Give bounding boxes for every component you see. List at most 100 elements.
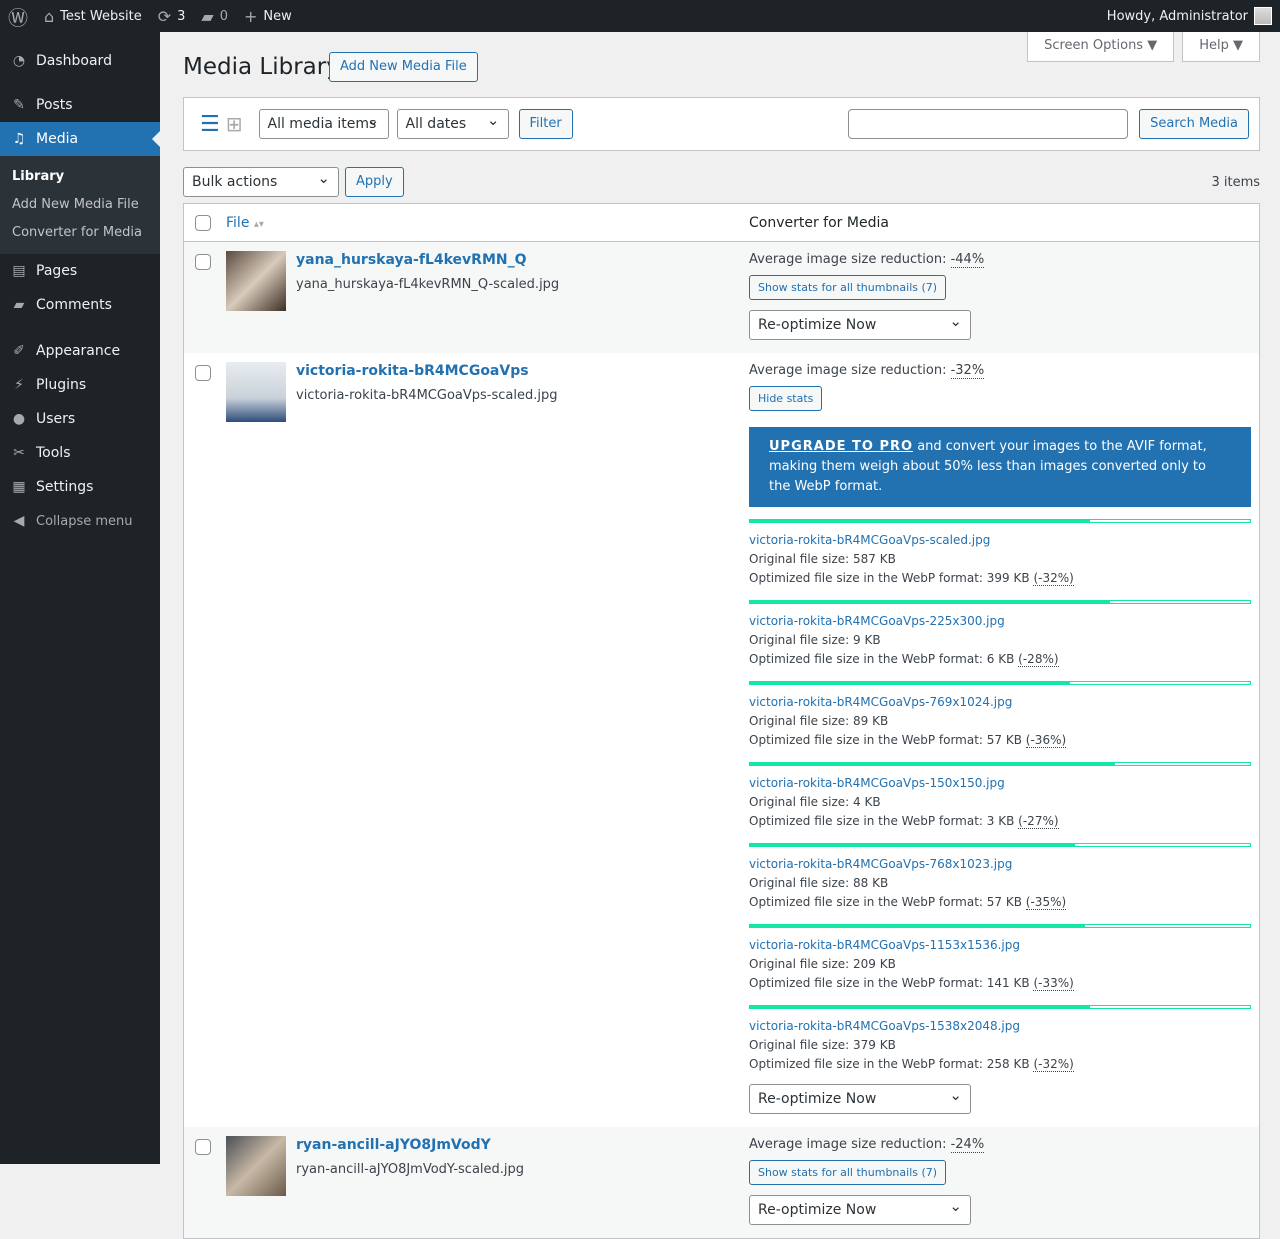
add-new-media-button[interactable]: Add New Media File	[329, 52, 478, 82]
updates-count: 3	[177, 8, 186, 24]
media-type-select[interactable]: All media items	[258, 106, 389, 139]
stat-file-link[interactable]: victoria-rokita-bR4MCGoaVps-scaled.jpg	[749, 531, 1251, 550]
file-name: ryan-ancill-aJYO8JmVodY-scaled.jpg	[296, 1162, 525, 1177]
user-icon: ●	[12, 411, 26, 427]
orig-label: Original file size:	[749, 714, 853, 728]
menu-pages[interactable]: ▤ Pages	[0, 254, 160, 288]
date-select[interactable]: All dates	[396, 106, 509, 139]
orig-label: Original file size:	[749, 633, 853, 647]
new-content-link[interactable]: + New	[236, 0, 300, 32]
optimized-size: Optimized file size in the WebP format: …	[749, 893, 1251, 912]
opt-value: 57 KB	[986, 733, 1022, 747]
dashboard-icon: ◔	[12, 53, 26, 69]
row-checkbox[interactable]	[195, 254, 211, 270]
reduction-value: (-27%)	[1018, 814, 1059, 829]
updates-link[interactable]: ⟳ 3	[150, 0, 194, 32]
filter-bar: ☰ ⊞ All media items All dates Filter Sea…	[183, 97, 1260, 151]
reduction-progress-bar	[749, 519, 1251, 523]
search-media-button[interactable]: Search Media	[1139, 109, 1249, 139]
stat-file-link[interactable]: victoria-rokita-bR4MCGoaVps-1153x1536.jp…	[749, 936, 1251, 955]
grid-view-icon[interactable]: ⊞	[226, 112, 243, 136]
row-checkbox[interactable]	[195, 1139, 211, 1155]
menu-label: Appearance	[36, 343, 121, 359]
thumbnail-stat: victoria-rokita-bR4MCGoaVps-1153x1536.jp…	[749, 924, 1251, 993]
stat-file-link[interactable]: victoria-rokita-bR4MCGoaVps-1538x2048.jp…	[749, 1017, 1251, 1036]
opt-value: 57 KB	[986, 895, 1022, 909]
reoptimize-select[interactable]: Re-optimize Now	[749, 1081, 971, 1114]
reoptimize-select[interactable]: Re-optimize Now	[749, 307, 971, 340]
reduction-value: (-36%)	[1025, 733, 1067, 748]
opt-label: Optimized file size in the WebP format:	[749, 976, 987, 990]
avg-label: Average image size reduction:	[749, 252, 951, 267]
thumbnail-stat: victoria-rokita-bR4MCGoaVps-scaled.jpg O…	[749, 519, 1251, 588]
media-title-link[interactable]: ryan-ancill-aJYO8JmVodY	[296, 1137, 524, 1153]
plugin-icon: ⚡	[14, 377, 24, 393]
filter-button[interactable]: Filter	[518, 109, 573, 139]
home-icon: ⌂	[44, 6, 55, 26]
comments-link[interactable]: ▰ 0	[193, 0, 236, 32]
menu-settings[interactable]: ▦ Settings	[0, 470, 160, 504]
reduction-value: (-32%)	[1033, 1057, 1074, 1072]
collapse-menu[interactable]: ◀ Collapse menu	[0, 504, 160, 538]
menu-users[interactable]: ● Users	[0, 402, 160, 436]
list-view-icon[interactable]: ☰	[200, 112, 220, 137]
menu-appearance[interactable]: ✐ Appearance	[0, 334, 160, 368]
menu-label: Settings	[36, 479, 94, 495]
opt-label: Optimized file size in the WebP format:	[749, 814, 987, 828]
select-all-checkbox[interactable]	[195, 214, 211, 231]
apply-button[interactable]: Apply	[345, 167, 404, 197]
menu-dashboard[interactable]: ◔ Dashboard	[0, 44, 160, 78]
help-button[interactable]: Help ▼	[1182, 32, 1260, 62]
thumbnail-image[interactable]	[226, 1136, 286, 1196]
reoptimize-select[interactable]: Re-optimize Now	[749, 1192, 971, 1225]
menu-label: Pages	[36, 263, 78, 279]
progress-fill	[750, 762, 1115, 766]
stat-file-link[interactable]: victoria-rokita-bR4MCGoaVps-768x1023.jpg	[749, 855, 1251, 874]
orig-label: Original file size:	[749, 552, 853, 566]
avg-label: Average image size reduction:	[749, 363, 951, 378]
search-input[interactable]	[848, 109, 1129, 139]
pin-icon: ✎	[13, 97, 25, 113]
original-size: Original file size: 88 KB	[749, 874, 1251, 893]
howdy-text: Howdy, Administrator	[1106, 8, 1248, 24]
show-stats-button[interactable]: Show stats for all thumbnails (7)	[749, 275, 947, 300]
file-name: victoria-rokita-bR4MCGoaVps-scaled.jpg	[296, 388, 558, 403]
stat-file-link[interactable]: victoria-rokita-bR4MCGoaVps-225x300.jpg	[749, 612, 1251, 631]
media-title-link[interactable]: victoria-rokita-bR4MCGoaVps	[296, 363, 557, 379]
progress-fill	[750, 1005, 1090, 1009]
stat-file-link[interactable]: victoria-rokita-bR4MCGoaVps-769x1024.jpg	[749, 693, 1251, 712]
account-menu[interactable]: Howdy, Administrator	[1107, 7, 1280, 25]
row-checkbox[interactable]	[195, 365, 211, 381]
media-submenu: Library Add New Media File Converter for…	[0, 156, 160, 254]
file-name: yana_hurskaya-fL4kevRMN_Q-scaled.jpg	[296, 277, 560, 292]
site-name-link[interactable]: ⌂ Test Website	[36, 0, 150, 32]
submenu-converter[interactable]: Converter for Media	[0, 219, 160, 247]
thumbnail-image[interactable]	[226, 251, 286, 311]
opt-label: Optimized file size in the WebP format:	[749, 1057, 987, 1071]
upgrade-link[interactable]: UPGRADE TO PRO	[769, 439, 913, 454]
menu-tools[interactable]: ✂ Tools	[0, 436, 160, 470]
hide-stats-button[interactable]: Hide stats	[749, 386, 823, 411]
screen-options-button[interactable]: Screen Options ▼	[1027, 32, 1175, 62]
opt-label: Optimized file size in the WebP format:	[749, 652, 987, 666]
bulk-actions-select[interactable]: Bulk actions	[183, 164, 339, 197]
opt-value: 258 KB	[986, 1057, 1030, 1071]
orig-value: 587 KB	[853, 552, 896, 566]
avg-value: -24%	[950, 1137, 985, 1153]
optimized-size: Optimized file size in the WebP format: …	[749, 1055, 1251, 1074]
wordpress-logo-icon[interactable]: Ⓦ	[0, 0, 36, 32]
file-column-header[interactable]: File ▴▾	[226, 215, 749, 231]
average-reduction: Average image size reduction: -24%	[749, 1137, 1251, 1153]
submenu-library[interactable]: Library	[0, 163, 160, 191]
thumbnail-stat: victoria-rokita-bR4MCGoaVps-1538x2048.jp…	[749, 1005, 1251, 1074]
thumbnail-image[interactable]	[226, 362, 286, 422]
media-title-link[interactable]: yana_hurskaya-fL4kevRMN_Q	[296, 252, 559, 268]
menu-comments[interactable]: ▰ Comments	[0, 288, 160, 322]
submenu-add-new[interactable]: Add New Media File	[0, 191, 160, 219]
menu-media[interactable]: ♫ Media	[0, 122, 160, 156]
stat-file-link[interactable]: victoria-rokita-bR4MCGoaVps-150x150.jpg	[749, 774, 1251, 793]
menu-plugins[interactable]: ⚡ Plugins	[0, 368, 160, 402]
progress-fill	[750, 843, 1075, 847]
menu-label: Users	[36, 411, 76, 427]
menu-posts[interactable]: ✎ Posts	[0, 88, 160, 122]
